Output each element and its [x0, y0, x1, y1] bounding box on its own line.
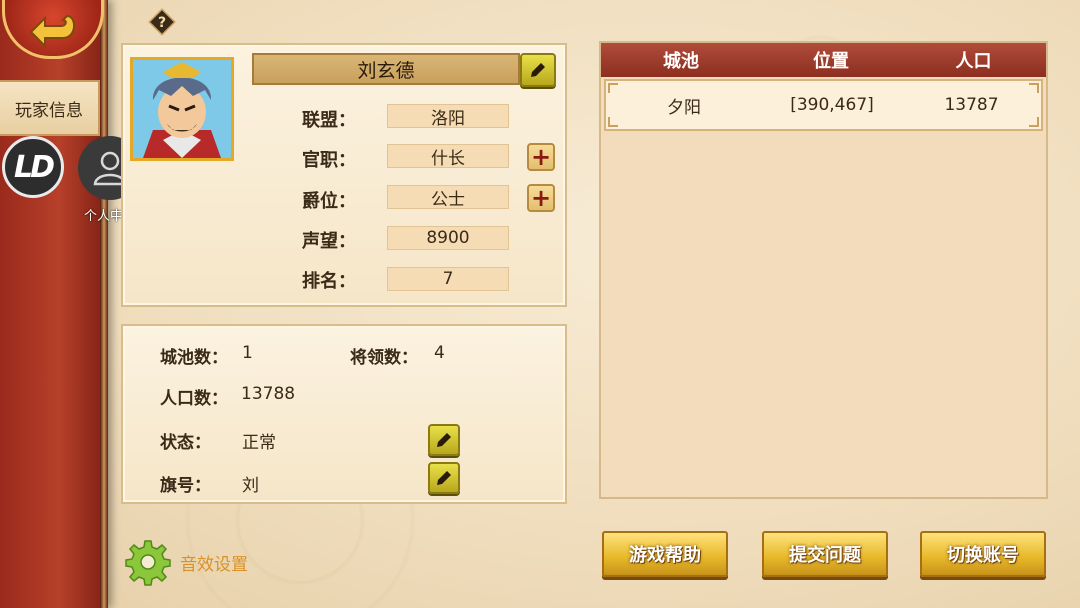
tab-player-info[interactable]: 玩家信息	[0, 80, 100, 136]
player-avatar[interactable]	[130, 57, 234, 161]
population-value: 13788	[241, 384, 296, 404]
prestige-value: 8900	[387, 226, 509, 250]
svg-text:?: ?	[158, 15, 166, 31]
avatar-portrait-icon	[133, 60, 231, 158]
pencil-icon	[531, 63, 545, 77]
city-count-label: 城池数：	[160, 348, 228, 368]
prestige-label: 声望：	[302, 231, 356, 252]
upgrade-official-rank-button[interactable]: +	[527, 143, 555, 171]
row-population: 13787	[944, 95, 999, 115]
edit-status-button[interactable]	[428, 424, 460, 456]
general-count-value: 4	[434, 343, 445, 363]
game-help-label: 游戏帮助	[629, 545, 701, 566]
row-corner-ornament	[1029, 83, 1039, 93]
gear-icon	[125, 540, 171, 586]
city-count-value: 1	[242, 343, 253, 363]
tab-player-info-label: 玩家信息	[15, 100, 83, 121]
ld-logo-text: LD	[13, 149, 55, 185]
nobility-value: 公士	[387, 185, 509, 210]
pencil-icon	[437, 433, 451, 447]
ranking-label: 排名：	[302, 271, 356, 292]
sound-settings-button[interactable]: 音效设置	[124, 538, 248, 586]
row-corner-ornament	[1029, 117, 1039, 127]
row-corner-ornament	[608, 117, 618, 127]
switch-account-button[interactable]: 切换账号	[920, 531, 1046, 577]
status-label: 状态：	[160, 433, 211, 453]
upgrade-nobility-button[interactable]: +	[527, 184, 555, 212]
plus-icon: +	[530, 143, 552, 171]
alliance-label: 联盟：	[302, 110, 356, 131]
edit-name-button[interactable]	[520, 53, 556, 87]
player-name: 刘玄德	[357, 59, 415, 82]
official-rank-value: 什长	[387, 144, 509, 169]
edit-flag-button[interactable]	[428, 462, 460, 494]
ranking-value: 7	[387, 267, 509, 291]
header-city: 城池	[663, 51, 699, 72]
player-name-bar: 刘玄德	[252, 53, 520, 85]
general-count-label: 将领数：	[350, 348, 418, 368]
plus-icon: +	[530, 184, 552, 212]
table-row[interactable]: 夕阳 [390,467] 13787	[604, 79, 1043, 131]
nobility-label: 爵位：	[302, 191, 356, 212]
submit-issue-button[interactable]: 提交问题	[762, 531, 888, 577]
return-arrow-icon	[29, 14, 75, 48]
flag-label: 旗号：	[160, 476, 211, 496]
city-table: 城池 位置 人口 夕阳 [390,467] 13787	[599, 41, 1048, 499]
submit-issue-label: 提交问题	[789, 545, 861, 566]
help-icon[interactable]: ?	[148, 8, 176, 36]
ld-logo-button[interactable]: LD	[2, 136, 64, 198]
row-city: 夕阳	[667, 97, 701, 118]
official-rank-label: 官职：	[302, 150, 356, 171]
status-value: 正常	[242, 433, 276, 453]
flag-value: 刘	[242, 476, 259, 496]
header-position: 位置	[813, 51, 849, 72]
city-table-header: 城池 位置 人口	[601, 43, 1046, 77]
pencil-icon	[437, 471, 451, 485]
game-help-button[interactable]: 游戏帮助	[602, 531, 728, 577]
population-label: 人口数：	[160, 389, 228, 409]
row-corner-ornament	[608, 83, 618, 93]
switch-account-label: 切换账号	[947, 545, 1019, 566]
row-position: [390,467]	[790, 95, 874, 115]
alliance-value: 洛阳	[387, 104, 509, 129]
header-population: 人口	[955, 51, 992, 72]
sound-settings-label: 音效设置	[180, 554, 248, 575]
